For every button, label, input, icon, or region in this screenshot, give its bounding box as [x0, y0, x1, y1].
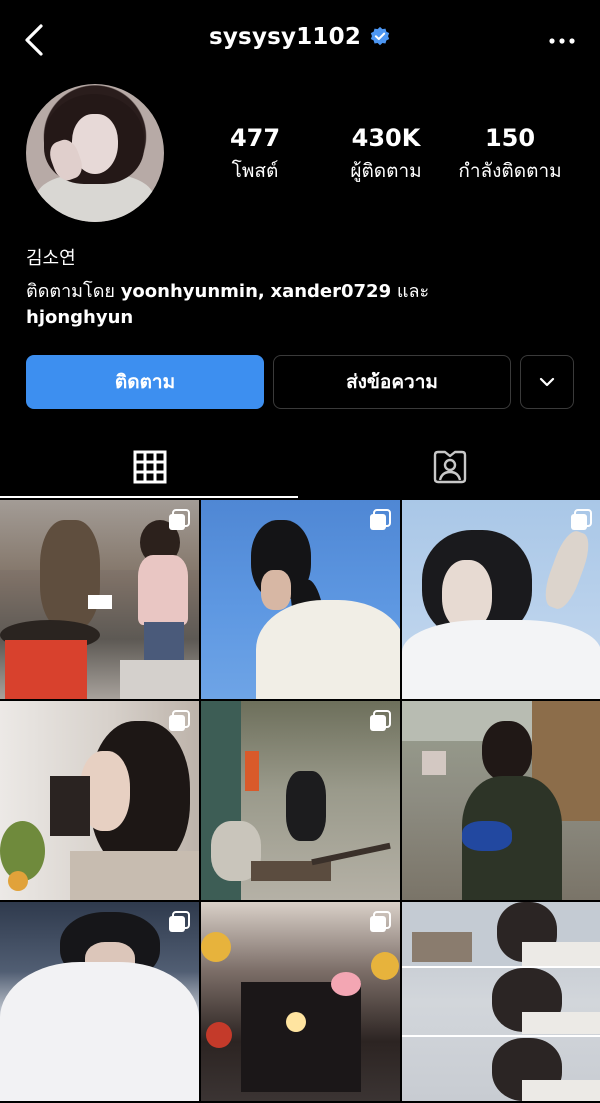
- followed-by-text[interactable]: ติดตามโดย yoonhyunmin, xander0729 และ hj…: [26, 279, 486, 331]
- following-count-label: กำลังติดตาม: [458, 160, 562, 182]
- post-thumbnail[interactable]: [0, 902, 199, 1101]
- grid-icon: [133, 450, 167, 484]
- multiple-posts-icon: [169, 911, 190, 932]
- following-count[interactable]: 150 กำลังติดตาม: [448, 124, 572, 186]
- multiple-posts-icon: [370, 911, 391, 932]
- multiple-posts-icon: [169, 509, 190, 530]
- followers-count-label: ผู้ติดตาม: [350, 160, 422, 182]
- posts-count[interactable]: 477 โพสต์: [222, 124, 288, 186]
- post-thumbnail[interactable]: [0, 500, 199, 699]
- post-thumbnail[interactable]: [0, 701, 199, 900]
- multiple-posts-icon: [571, 509, 592, 530]
- more-options-button[interactable]: [542, 26, 582, 56]
- followed-by-user[interactable]: hjonghyun: [26, 307, 133, 328]
- more-dots-icon: [549, 38, 575, 44]
- post-thumbnail[interactable]: [201, 902, 400, 1101]
- message-button[interactable]: ส่งข้อความ: [273, 355, 511, 409]
- followers-count[interactable]: 430K ผู้ติดตาม: [338, 124, 434, 186]
- followed-by-user[interactable]: xander0729: [270, 281, 391, 302]
- suggested-accounts-button[interactable]: [520, 355, 574, 409]
- post-thumbnail[interactable]: [201, 500, 400, 699]
- tab-tagged[interactable]: [300, 438, 600, 496]
- profile-tabs: [0, 438, 600, 498]
- followed-by-user[interactable]: yoonhyunmin: [121, 281, 258, 302]
- tagged-person-icon: [433, 450, 467, 484]
- active-tab-indicator: [0, 496, 298, 498]
- verified-badge-icon: [370, 26, 390, 46]
- chevron-down-icon: [539, 377, 555, 387]
- post-thumbnail[interactable]: [402, 500, 600, 699]
- top-bar: sysysy1102: [0, 0, 600, 82]
- posts-count-value: 477: [229, 124, 281, 152]
- profile-title: sysysy1102: [0, 24, 600, 50]
- profile-full-name: 김소연: [26, 248, 76, 269]
- multiple-posts-icon: [169, 710, 190, 731]
- username: sysysy1102: [208, 24, 362, 50]
- profile-avatar[interactable]: [26, 84, 164, 222]
- followed-by-and: และ: [396, 281, 430, 302]
- followers-count-value: 430K: [351, 124, 421, 152]
- follow-button[interactable]: ติดตาม: [26, 355, 264, 409]
- posts-count-label: โพสต์: [231, 160, 279, 182]
- multiple-posts-icon: [370, 710, 391, 731]
- multiple-posts-icon: [370, 509, 391, 530]
- posts-grid: [0, 500, 600, 1103]
- tab-posts-grid[interactable]: [0, 438, 300, 496]
- post-thumbnail[interactable]: [402, 701, 600, 900]
- following-count-value: 150: [484, 124, 536, 152]
- post-thumbnail[interactable]: [402, 902, 600, 1101]
- followed-by-prefix: ติดตามโดย: [26, 281, 115, 302]
- post-thumbnail[interactable]: [201, 701, 400, 900]
